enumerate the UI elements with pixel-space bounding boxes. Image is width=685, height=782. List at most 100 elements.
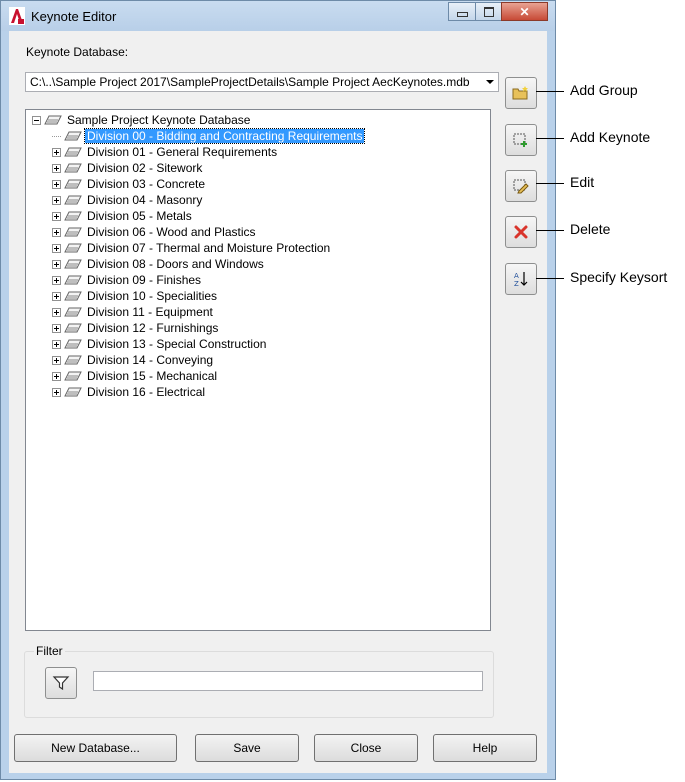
delete-button[interactable] bbox=[505, 216, 537, 248]
tree-item-label: Division 13 - Special Construction bbox=[87, 337, 267, 351]
keynote-group-icon bbox=[64, 275, 82, 285]
expand-icon[interactable] bbox=[52, 227, 61, 237]
keynote-group-icon bbox=[64, 355, 82, 365]
expand-icon[interactable] bbox=[52, 339, 61, 349]
tree-item[interactable]: Division 13 - Special Construction bbox=[52, 336, 268, 352]
save-button[interactable]: Save bbox=[195, 734, 299, 762]
expand-icon[interactable] bbox=[52, 307, 61, 317]
filter-button[interactable] bbox=[45, 667, 77, 699]
keynote-database-value: C:\..\Sample Project 2017\SampleProjectD… bbox=[30, 75, 470, 89]
funnel-icon bbox=[52, 676, 70, 691]
expand-icon[interactable] bbox=[52, 179, 61, 189]
keynote-tree-view[interactable]: Sample Project Keynote Database Division … bbox=[25, 109, 491, 631]
keynote-group-icon bbox=[64, 163, 82, 173]
callout-line-keysort bbox=[536, 278, 564, 279]
sort-az-icon: A Z bbox=[514, 272, 528, 288]
maximize-icon bbox=[483, 6, 494, 17]
new-database-label: New Database... bbox=[51, 741, 140, 755]
tree-item[interactable]: Division 10 - Specialities bbox=[52, 288, 219, 304]
keynote-group-icon bbox=[64, 339, 82, 349]
tree-item-label: Division 14 - Conveying bbox=[87, 353, 214, 367]
keynote-group-icon bbox=[64, 371, 82, 381]
tree-root-label: Sample Project Keynote Database bbox=[67, 113, 251, 127]
callout-delete: Delete bbox=[570, 221, 611, 237]
save-label: Save bbox=[233, 741, 261, 755]
tree-item-label: Division 02 - Sitework bbox=[87, 161, 203, 175]
filter-input[interactable] bbox=[93, 671, 483, 691]
tree-item[interactable]: Division 06 - Wood and Plastics bbox=[52, 224, 258, 240]
autocad-app-icon bbox=[9, 7, 25, 25]
keynote-group-icon bbox=[64, 243, 82, 253]
expand-icon[interactable] bbox=[52, 371, 61, 381]
tree-item[interactable]: Division 11 - Equipment bbox=[52, 304, 215, 320]
title-bar[interactable]: Keynote Editor ✕ bbox=[1, 1, 555, 31]
expand-icon[interactable] bbox=[52, 323, 61, 333]
keynote-database-dropdown[interactable]: C:\..\Sample Project 2017\SampleProjectD… bbox=[25, 72, 499, 92]
help-button[interactable]: Help bbox=[433, 734, 537, 762]
keynote-group-icon bbox=[64, 131, 82, 141]
tree-item-label: Division 04 - Masonry bbox=[87, 193, 203, 207]
edit-button[interactable] bbox=[505, 170, 537, 202]
tree-item-label: Division 15 - Mechanical bbox=[87, 369, 218, 383]
expand-icon[interactable] bbox=[52, 147, 61, 157]
tree-item-label: Division 05 - Metals bbox=[87, 209, 192, 223]
tree-item[interactable]: Division 07 - Thermal and Moisture Prote… bbox=[52, 240, 332, 256]
expand-icon[interactable] bbox=[52, 195, 61, 205]
add-keynote-icon bbox=[513, 133, 527, 147]
tree-item-label: Division 03 - Concrete bbox=[87, 177, 206, 191]
tree-item-label: Division 00 - Bidding and Contracting Re… bbox=[83, 128, 366, 144]
collapse-icon[interactable] bbox=[32, 115, 41, 125]
keynote-group-icon bbox=[64, 211, 82, 221]
delete-icon bbox=[514, 225, 528, 239]
tree-item[interactable]: Division 16 - Electrical bbox=[52, 384, 207, 400]
minimize-button[interactable] bbox=[448, 2, 476, 21]
specify-keysort-button[interactable]: A Z bbox=[505, 263, 537, 295]
tree-item[interactable]: Division 04 - Masonry bbox=[52, 192, 204, 208]
expand-icon[interactable] bbox=[52, 163, 61, 173]
new-database-button[interactable]: New Database... bbox=[14, 734, 177, 762]
add-group-button[interactable] bbox=[505, 77, 537, 109]
keynote-group-icon bbox=[44, 115, 62, 125]
tree-item-label: Division 10 - Specialities bbox=[87, 289, 218, 303]
expand-icon[interactable] bbox=[52, 291, 61, 301]
maximize-button[interactable] bbox=[475, 2, 502, 21]
keynote-group-icon bbox=[64, 147, 82, 157]
expand-icon[interactable] bbox=[52, 355, 61, 365]
tree-root[interactable]: Sample Project Keynote Database bbox=[32, 112, 252, 128]
expand-icon[interactable] bbox=[52, 275, 61, 285]
close-button[interactable]: Close bbox=[314, 734, 418, 762]
expand-icon[interactable] bbox=[52, 243, 61, 253]
tree-item-label: Division 07 - Thermal and Moisture Prote… bbox=[87, 241, 331, 255]
tree-item[interactable]: Division 02 - Sitework bbox=[52, 160, 204, 176]
tree-item-label: Division 01 - General Requirements bbox=[87, 145, 278, 159]
window-title: Keynote Editor bbox=[31, 9, 117, 24]
callout-line-add-group bbox=[536, 91, 564, 92]
tree-item[interactable]: Division 08 - Doors and Windows bbox=[52, 256, 266, 272]
tree-item-label: Division 08 - Doors and Windows bbox=[87, 257, 264, 271]
expand-icon[interactable] bbox=[52, 259, 61, 269]
tree-item[interactable]: Division 01 - General Requirements bbox=[52, 144, 279, 160]
callout-line-edit bbox=[536, 183, 564, 184]
edit-icon bbox=[513, 179, 529, 194]
tree-item-label: Division 11 - Equipment bbox=[87, 305, 213, 319]
folder-add-icon bbox=[512, 86, 528, 100]
tree-item[interactable]: Division 15 - Mechanical bbox=[52, 368, 219, 384]
filter-label: Filter bbox=[34, 644, 65, 658]
callout-add-group: Add Group bbox=[570, 82, 638, 98]
callout-add-keynote: Add Keynote bbox=[570, 129, 651, 145]
tree-item[interactable]: Division 09 - Finishes bbox=[52, 272, 203, 288]
close-icon: ✕ bbox=[519, 4, 530, 19]
expand-icon[interactable] bbox=[52, 211, 61, 221]
tree-item[interactable]: Division 03 - Concrete bbox=[52, 176, 207, 192]
tree-item[interactable]: Division 05 - Metals bbox=[52, 208, 194, 224]
close-window-button[interactable]: ✕ bbox=[501, 2, 548, 21]
keynote-group-icon bbox=[64, 307, 82, 317]
tree-item[interactable]: Division 14 - Conveying bbox=[52, 352, 215, 368]
expand-icon[interactable] bbox=[52, 387, 61, 397]
tree-item[interactable]: Division 00 - Bidding and Contracting Re… bbox=[52, 128, 366, 144]
add-keynote-button[interactable] bbox=[505, 124, 537, 156]
tree-item-label: Division 09 - Finishes bbox=[87, 273, 202, 287]
tree-item[interactable]: Division 12 - Furnishings bbox=[52, 320, 220, 336]
close-label: Close bbox=[350, 741, 382, 755]
minimize-icon bbox=[456, 12, 468, 17]
